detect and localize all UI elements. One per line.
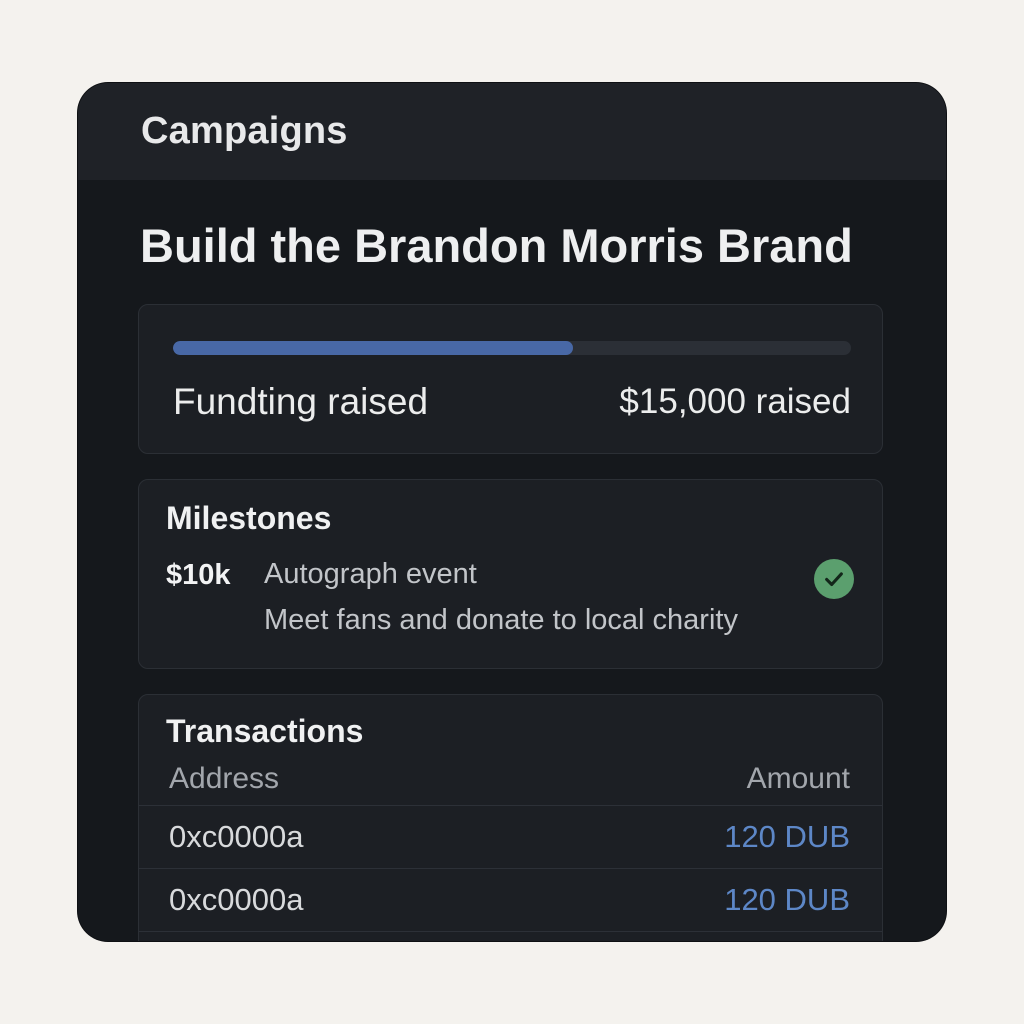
- transactions-card: Transactions Address Amount 0xc0000a 120…: [138, 694, 883, 941]
- transaction-address: 0xc0000a: [169, 819, 304, 854]
- transactions-header-row: Address Amount: [139, 750, 882, 806]
- milestone-details: Autograph event Meet fans and donate to …: [264, 551, 738, 643]
- milestones-card: Milestones $10k Autograph event Meet fan…: [138, 479, 883, 669]
- column-header-amount: Amount: [746, 762, 850, 795]
- table-row[interactable]: 0xc0000a 120 DUB: [139, 806, 882, 869]
- milestones-title: Milestones: [166, 500, 332, 536]
- campaign-title: Build the Brandon Morris Brand: [140, 219, 853, 272]
- table-row[interactable]: 0xc0000a 120 DUB: [139, 869, 882, 932]
- transactions-title: Transactions: [166, 713, 364, 749]
- main-content: Build the Brandon Morris Brand Fundting …: [78, 180, 946, 941]
- transaction-address: 0xc0000a: [169, 882, 304, 917]
- milestone-name: Autograph event: [264, 558, 477, 590]
- funding-progress-bar: [173, 341, 851, 355]
- funding-summary: Fundting raised $15,000 raised: [173, 381, 851, 423]
- funding-progress-fill: [173, 341, 574, 355]
- funding-amount: $15,000 raised: [619, 382, 851, 421]
- transaction-amount: 120 DUB: [724, 882, 850, 917]
- header: Campaigns: [78, 83, 946, 180]
- check-circle-icon: [814, 559, 854, 599]
- funding-card: Fundting raised $15,000 raised: [138, 304, 883, 454]
- milestone-description: Meet fans and donate to local charity: [264, 604, 738, 636]
- column-header-address: Address: [169, 762, 280, 795]
- transaction-amount: 120 DUB: [724, 819, 850, 854]
- checkmark-icon: [825, 572, 843, 587]
- campaign-window: Campaigns Build the Brandon Morris Brand…: [78, 83, 946, 941]
- milestone-item: $10k Autograph event Meet fans and donat…: [166, 558, 855, 643]
- funding-label: Fundting raised: [173, 381, 429, 422]
- header-title: Campaigns: [141, 110, 348, 152]
- milestone-amount: $10k: [166, 559, 231, 591]
